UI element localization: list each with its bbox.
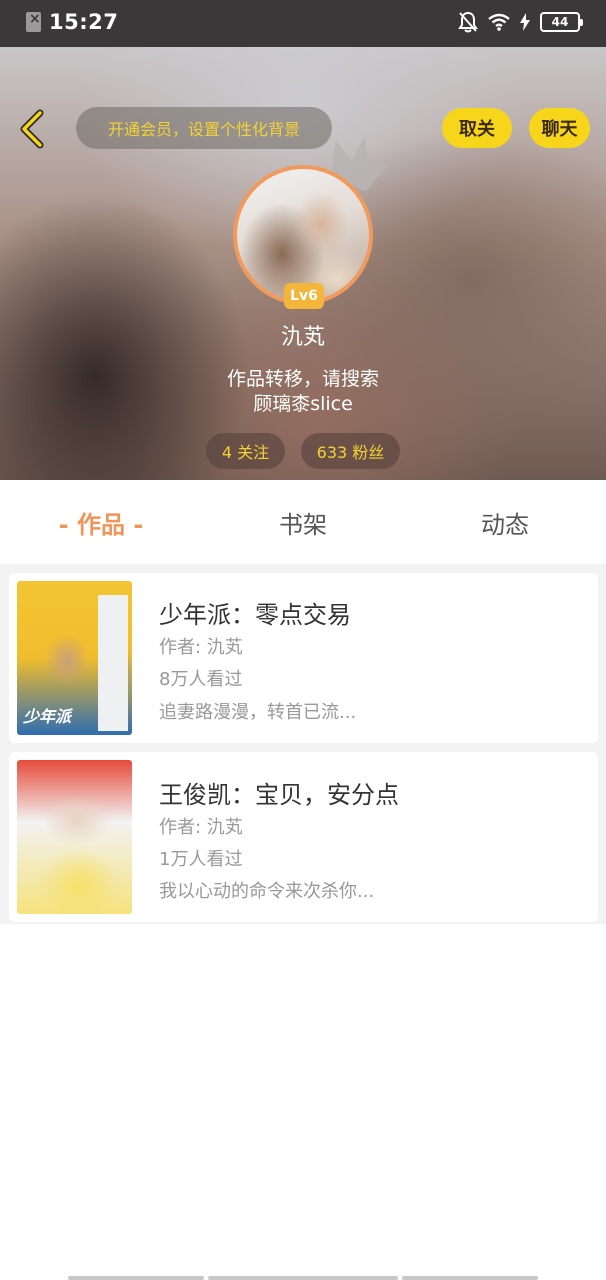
status-time: 15:27 xyxy=(49,10,119,34)
charging-icon xyxy=(520,13,530,31)
tab-activity[interactable]: 动态 xyxy=(404,480,606,564)
work-title: 王俊凯：宝贝，安分点 xyxy=(159,781,399,809)
following-count[interactable]: 4 关注 xyxy=(206,433,285,469)
cover-image xyxy=(17,760,132,914)
work-views: 1万人看过 xyxy=(159,849,243,870)
work-title: 少年派：零点交易 xyxy=(159,601,351,629)
status-left: 15:27 xyxy=(26,10,118,34)
nav-handle-right xyxy=(402,1276,538,1280)
bio-line-1: 作品转移，请搜索 xyxy=(226,368,379,390)
cover-image: 少年派 xyxy=(17,581,132,735)
nav-handle-center xyxy=(208,1276,398,1280)
bell-off-icon xyxy=(458,11,478,33)
level-badge: Lv6 xyxy=(284,283,324,309)
wifi-icon xyxy=(488,13,510,31)
bio-line-2: 顾璃桼slice xyxy=(253,393,353,415)
list-item[interactable]: 王俊凯：宝贝，安分点 作者: 氿芄 1万人看过 我以心动的命令来次杀你... xyxy=(9,752,598,922)
profile-tabs: - 作品 - 书架 动态 xyxy=(0,480,606,564)
status-right: 44 xyxy=(458,11,583,33)
status-bar: 15:27 44 xyxy=(0,0,606,47)
nav-handle-left xyxy=(68,1276,204,1280)
username: 氿芄 xyxy=(280,325,325,350)
cover-door xyxy=(98,595,128,731)
work-views: 8万人看过 xyxy=(159,669,243,690)
no-sim-icon xyxy=(26,11,41,32)
list-item[interactable]: 少年派 少年派：零点交易 作者: 氿芄 8万人看过 追妻路漫漫，转首已流... xyxy=(9,573,598,743)
tab-works[interactable]: - 作品 - xyxy=(0,480,202,564)
work-description: 追妻路漫漫，转首已流... xyxy=(159,702,357,723)
chat-button[interactable]: 聊天 xyxy=(529,108,590,148)
work-description: 我以心动的命令来次杀你... xyxy=(159,881,375,902)
battery-indicator: 44 xyxy=(540,12,583,32)
profile-header: 开通会员，设置个性化背景 取关 聊天 Lv6 氿芄 作品转移，请搜索 顾璃桼sl… xyxy=(0,47,606,480)
bio: 作品转移，请搜索 顾璃桼slice xyxy=(0,367,606,417)
back-icon[interactable] xyxy=(16,107,50,151)
work-author: 作者: 氿芄 xyxy=(159,637,243,658)
tab-bookshelf[interactable]: 书架 xyxy=(202,480,404,564)
fans-count[interactable]: 633 粉丝 xyxy=(301,433,400,469)
cover-title: 少年派 xyxy=(23,707,72,726)
unfollow-button[interactable]: 取关 xyxy=(442,108,512,148)
works-list: 少年派 少年派：零点交易 作者: 氿芄 8万人看过 追妻路漫漫，转首已流... … xyxy=(0,564,606,924)
vip-background-banner[interactable]: 开通会员，设置个性化背景 xyxy=(76,107,332,149)
work-author: 作者: 氿芄 xyxy=(159,817,243,838)
